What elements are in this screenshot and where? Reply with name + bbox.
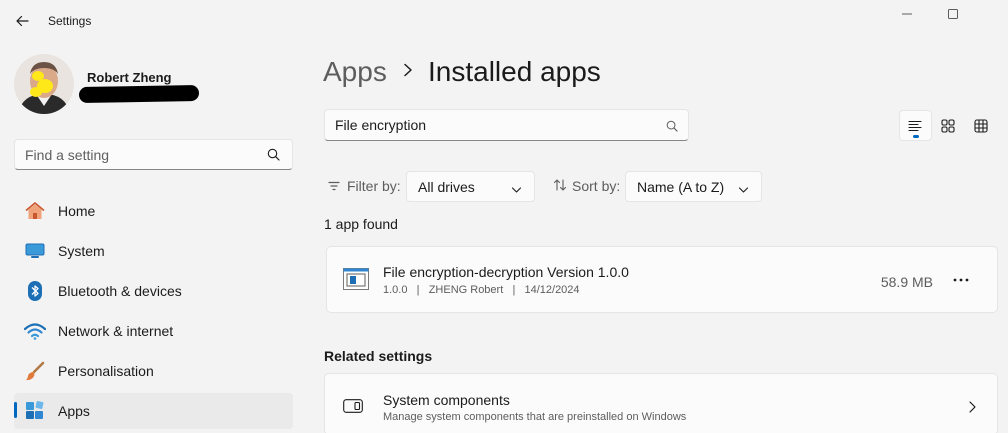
app-list-item[interactable]: File encryption-decryption Version 1.0.0… [326, 246, 998, 313]
bluetooth-icon [24, 280, 46, 302]
sidebar-item-bluetooth[interactable]: Bluetooth & devices [14, 273, 293, 309]
app-publisher: ZHENG Robert [428, 284, 504, 296]
drive-filter-dropdown[interactable]: All drives [406, 171, 535, 202]
more-options-icon [953, 278, 969, 282]
related-setting-subtitle: Manage system components that are preins… [383, 411, 687, 423]
maximize-button[interactable] [930, 0, 976, 28]
apps-icon [24, 400, 46, 422]
maximize-icon [948, 9, 958, 19]
search-icon [267, 148, 280, 164]
sidebar-item-system[interactable]: System [14, 233, 293, 269]
app-search-input[interactable] [335, 117, 655, 133]
system-components-icon [343, 399, 363, 416]
breadcrumb-parent[interactable]: Apps [323, 56, 387, 88]
related-setting-item[interactable]: System components Manage system componen… [324, 373, 998, 433]
related-setting-title: System components [383, 392, 510, 408]
page-title: Installed apps [428, 56, 601, 87]
sidebar-item-network[interactable]: Network & internet [14, 313, 293, 349]
minimize-button[interactable] [884, 0, 930, 28]
find-setting-search[interactable] [14, 139, 293, 170]
drive-filter-value: All drives [418, 178, 475, 195]
filter-icon [328, 179, 340, 195]
chevron-down-icon [511, 182, 522, 198]
tiles-view-button[interactable] [964, 110, 997, 141]
list-view-icon [908, 120, 922, 131]
sort-label: Sort by: [572, 178, 621, 194]
avatar[interactable] [14, 54, 74, 114]
grid-view-button[interactable] [932, 110, 965, 141]
sort-icon [553, 178, 567, 195]
chevron-right-icon [401, 62, 415, 81]
app-version: 1.0.0 [383, 284, 408, 296]
back-button[interactable] [8, 8, 36, 34]
sidebar-item-label: Bluetooth & devices [58, 283, 182, 299]
app-install-date: 14/12/2024 [524, 284, 580, 296]
sidebar-item-label: Home [58, 203, 96, 219]
app-name: File encryption-decryption Version 1.0.0 [383, 264, 629, 280]
home-icon [24, 200, 46, 222]
app-size: 58.9 MB [880, 274, 933, 290]
wifi-icon [24, 320, 46, 342]
filter-label: Filter by: [347, 178, 401, 194]
sort-dropdown[interactable]: Name (A to Z) [625, 171, 762, 202]
brush-icon [24, 360, 46, 382]
meta-separator: | [506, 284, 522, 296]
sidebar-item-label: Network & internet [58, 323, 174, 339]
chevron-down-icon [738, 182, 749, 198]
app-search[interactable] [324, 109, 689, 141]
sidebar-item-label: Apps [58, 403, 90, 419]
system-icon [24, 240, 46, 262]
find-setting-input[interactable] [25, 147, 255, 163]
minimize-icon [902, 13, 912, 15]
app-more-options-button[interactable] [945, 267, 977, 293]
related-settings-title: Related settings [324, 348, 433, 364]
sidebar-item-label: System [58, 243, 105, 259]
active-indicator [14, 402, 17, 418]
app-title: Settings [48, 14, 92, 28]
app-meta: 1.0.0 | ZHENG Robert | 14/12/2024 [383, 284, 580, 296]
redacted-email [78, 84, 200, 104]
list-view-button[interactable] [899, 110, 932, 141]
sort-value: Name (A to Z) [637, 178, 725, 195]
results-count: 1 app found [324, 216, 398, 232]
table-view-icon [974, 118, 988, 133]
search-icon [666, 119, 678, 135]
user-name: Robert Zheng [87, 70, 172, 85]
sidebar-item-home[interactable]: Home [14, 193, 293, 229]
grid-view-icon [941, 118, 955, 133]
sidebar-item-label: Personalisation [58, 363, 154, 379]
meta-separator: | [410, 284, 426, 296]
view-toggle-group [899, 110, 997, 141]
sidebar-item-apps[interactable]: Apps [14, 393, 293, 429]
back-arrow-icon [16, 15, 29, 27]
app-window-icon [343, 268, 369, 293]
chevron-right-icon [967, 400, 977, 417]
sidebar-item-personalisation[interactable]: Personalisation [14, 353, 293, 389]
